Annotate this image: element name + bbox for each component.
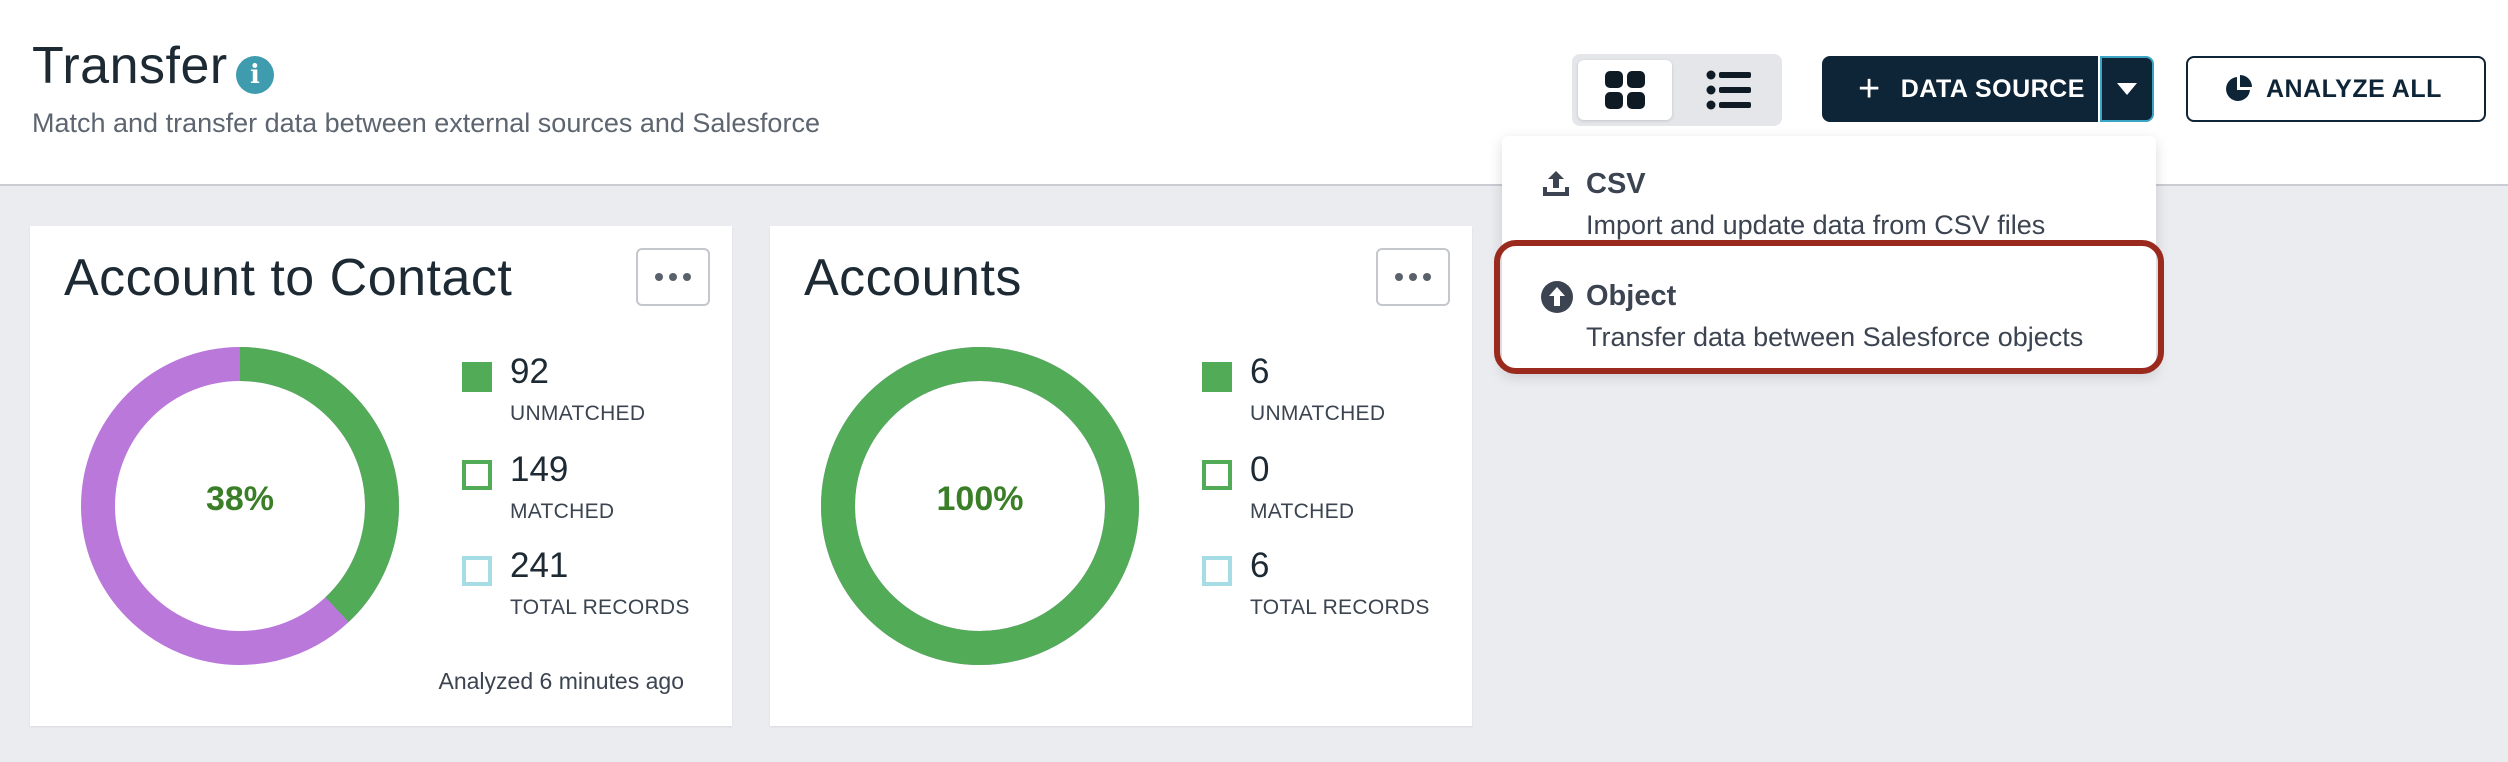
menu-item-object[interactable]: Object Transfer data between Salesforce … [1502,262,2156,362]
caret-down-icon [2117,83,2137,95]
total-count: 241 [510,546,569,585]
matched-count: 0 [1250,450,1270,489]
more-dot [655,273,663,281]
unmatched-label: UNMATCHED [510,402,646,425]
card-title: Accounts [804,249,1022,307]
data-source-label: DATA SOURCE [1900,74,2085,103]
arrow-up-circle-icon [1541,281,1573,313]
more-dot [1409,273,1417,281]
card-title: Account to Contact [64,249,513,307]
analyzed-timestamp: Analyzed 6 minutes ago [438,668,685,694]
grid-view-icon [1605,71,1645,109]
data-source-button[interactable]: + DATA SOURCE [1822,56,2098,122]
page-subtitle: Match and transfer data between external… [32,108,820,138]
unmatched-count: 92 [510,352,549,391]
data-source-menu: CSV Import and update data from CSV file… [1502,136,2156,372]
page-title: Transfer [32,37,228,95]
grid-view-button[interactable] [1578,60,1672,120]
unmatched-swatch [1202,362,1232,392]
list-view-icon [1706,70,1751,110]
menu-item-label: Object [1586,280,1677,312]
menu-item-description: Transfer data between Salesforce objects [1586,322,2084,352]
more-dot [1395,273,1403,281]
more-dot [669,273,677,281]
menu-item-csv[interactable]: CSV Import and update data from CSV file… [1502,150,2156,250]
analyze-all-label: ANALYZE ALL [2266,74,2442,103]
total-count: 6 [1250,546,1270,585]
more-options-button[interactable] [636,248,710,306]
total-label: TOTAL RECORDS [1250,596,1430,619]
more-dot [1423,273,1431,281]
transfer-card: Account to Contact 38% 92 UNMATCHED 149 … [30,226,732,726]
total-label: TOTAL RECORDS [510,596,690,619]
analyze-all-button[interactable]: ANALYZE ALL [2186,56,2486,122]
total-swatch [1202,556,1232,586]
matched-swatch [462,460,492,490]
more-dot [683,273,691,281]
matched-count: 149 [510,450,569,489]
unmatched-label: UNMATCHED [1250,402,1386,425]
data-source-dropdown-toggle[interactable] [2100,56,2154,122]
matched-swatch [1202,460,1232,490]
unmatched-count: 6 [1250,352,1270,391]
donut-percentage: 100% [936,480,1024,518]
donut-percentage: 38% [205,480,275,518]
more-options-button[interactable] [1376,248,1450,306]
plus-icon: + [1858,68,1881,110]
menu-item-label: CSV [1586,168,1646,200]
list-view-button[interactable] [1682,60,1776,120]
pie-chart-icon [2226,75,2252,101]
upload-icon [1543,171,1569,196]
unmatched-swatch [462,362,492,392]
menu-item-description: Import and update data from CSV files [1586,210,2046,240]
matched-label: MATCHED [510,500,615,523]
matched-label: MATCHED [1250,500,1355,523]
total-swatch [462,556,492,586]
info-icon[interactable]: i [236,56,274,94]
view-toggle [1572,54,1782,126]
transfer-card: Accounts 100% 6 UNMATCHED 0 MATCHED 6 TO… [770,226,1472,726]
